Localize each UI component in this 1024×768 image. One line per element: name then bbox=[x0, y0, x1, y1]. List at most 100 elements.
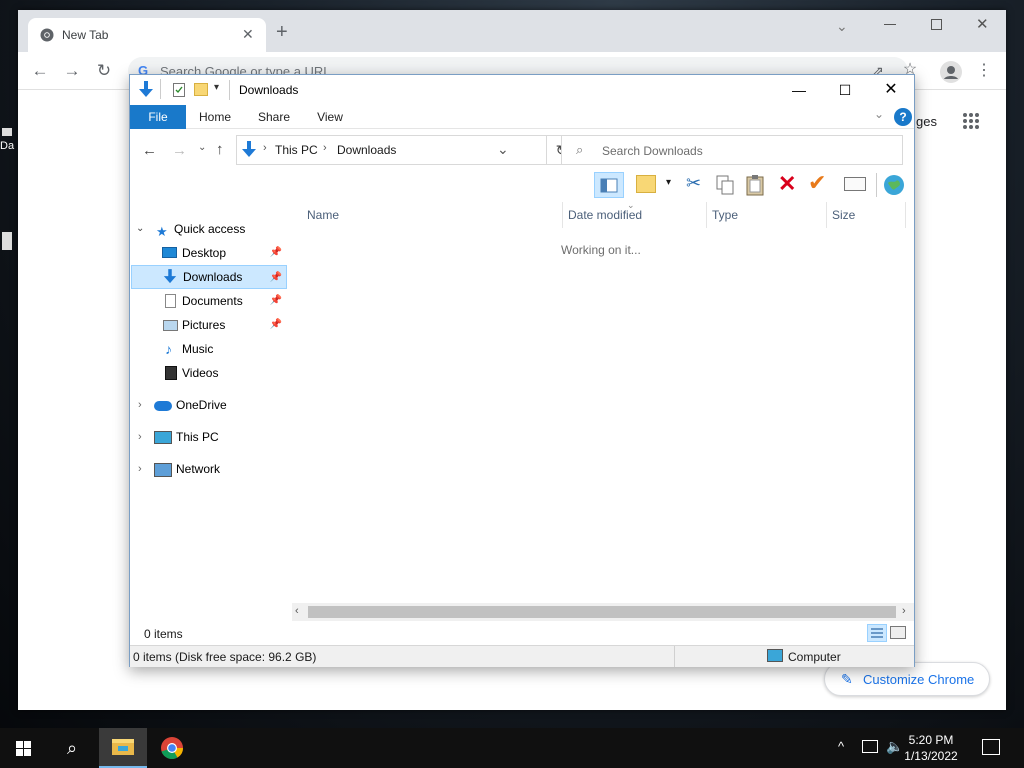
breadcrumb-downloads[interactable]: Downloads bbox=[337, 143, 396, 157]
nav-item-label: Documents bbox=[182, 294, 243, 308]
nav-item-downloads[interactable]: Downloads 📌 bbox=[131, 265, 287, 289]
search-placeholder: Search Downloads bbox=[602, 144, 703, 158]
tab-share[interactable]: Share bbox=[250, 105, 298, 129]
file-explorer-taskbar-icon[interactable] bbox=[99, 728, 147, 768]
desktop-icon[interactable] bbox=[2, 232, 12, 250]
nav-network[interactable]: Network bbox=[176, 457, 220, 481]
pencil-icon: ✎ bbox=[841, 671, 853, 687]
column-header-size[interactable]: Size bbox=[832, 208, 855, 222]
network-tray-icon[interactable] bbox=[862, 740, 878, 753]
expand-ribbon-chevron-icon[interactable]: ⌄ bbox=[874, 107, 884, 121]
nav-onedrive[interactable]: OneDrive bbox=[176, 393, 227, 417]
pin-icon: 📌 bbox=[269, 319, 282, 330]
customize-chrome-label: Customize Chrome bbox=[863, 672, 975, 687]
paste-icon[interactable] bbox=[746, 174, 764, 196]
column-header-date-modified[interactable]: Date modified bbox=[568, 208, 642, 222]
reload-icon[interactable]: ↻ bbox=[92, 61, 116, 81]
start-windows-icon[interactable] bbox=[0, 728, 48, 768]
file-list: Name ⌄ Date modified Type Size Working o… bbox=[291, 200, 914, 607]
preview-pane-icon[interactable] bbox=[594, 172, 624, 198]
scroll-left-icon[interactable]: ‹ bbox=[295, 605, 299, 617]
breadcrumb-chevron-icon[interactable]: › bbox=[263, 142, 267, 154]
nav-quick-access[interactable]: Quick access bbox=[174, 217, 245, 241]
tab-close-icon[interactable]: ✕ bbox=[242, 26, 254, 43]
close-icon[interactable]: ✕ bbox=[976, 15, 989, 33]
expand-chevron-icon[interactable]: › bbox=[138, 463, 142, 475]
maximize-icon[interactable] bbox=[931, 19, 942, 30]
divider bbox=[229, 80, 230, 100]
notifications-icon[interactable] bbox=[982, 739, 1000, 755]
rename-icon[interactable] bbox=[844, 177, 866, 191]
nav-item-videos[interactable]: Videos bbox=[132, 361, 286, 385]
nav-item-documents[interactable]: Documents 📌 bbox=[132, 289, 286, 313]
scrollbar-thumb[interactable] bbox=[308, 606, 896, 618]
taskbar-clock[interactable]: 5:20 PM 1/13/2022 bbox=[896, 732, 966, 764]
details-view-icon[interactable] bbox=[867, 624, 887, 642]
properties-icon[interactable] bbox=[173, 83, 185, 97]
this-pc-monitor-icon bbox=[154, 431, 172, 444]
scroll-right-icon[interactable]: › bbox=[902, 605, 906, 617]
explorer-maximize-icon[interactable]: ☐ bbox=[822, 75, 868, 105]
status-location: Computer bbox=[788, 650, 841, 664]
forward-arrow-icon[interactable]: → bbox=[172, 142, 187, 159]
nav-item-pictures[interactable]: Pictures 📌 bbox=[132, 313, 286, 337]
back-arrow-icon[interactable]: ← bbox=[28, 61, 52, 81]
tab-view[interactable]: View bbox=[308, 105, 352, 129]
chrome-tab-new-tab[interactable]: New Tab ✕ bbox=[28, 18, 266, 52]
customize-chrome-button[interactable]: ✎ Customize Chrome bbox=[824, 662, 990, 696]
column-header-type[interactable]: Type bbox=[712, 208, 738, 222]
forward-arrow-icon[interactable]: → bbox=[60, 61, 84, 81]
cut-icon[interactable]: ✂ bbox=[686, 173, 701, 194]
search-icon[interactable]: ⌕ bbox=[48, 728, 96, 768]
tab-search-chevron-icon[interactable]: ⌄ bbox=[836, 18, 848, 35]
images-link[interactable]: ges bbox=[916, 114, 937, 129]
back-arrow-icon[interactable]: ← bbox=[142, 142, 157, 159]
explorer-close-icon[interactable]: ✕ bbox=[868, 75, 914, 105]
tab-file[interactable]: File bbox=[130, 105, 186, 129]
breadcrumb-chevron-icon[interactable]: › bbox=[323, 142, 327, 154]
chrome-menu-icon[interactable]: ⋮ bbox=[972, 61, 996, 81]
tab-home[interactable]: Home bbox=[192, 105, 238, 129]
explorer-minimize-icon[interactable]: — bbox=[776, 75, 822, 105]
profile-avatar-icon[interactable] bbox=[940, 61, 962, 83]
show-hidden-icons-chevron-icon[interactable]: ^ bbox=[838, 739, 844, 754]
nav-item-music[interactable]: ♪ Music bbox=[132, 337, 286, 361]
nav-this-pc[interactable]: This PC bbox=[176, 425, 219, 449]
nav-item-desktop[interactable]: Desktop 📌 bbox=[132, 241, 286, 265]
desktop-icon-label[interactable]: Da bbox=[0, 140, 14, 152]
recent-locations-chevron-icon[interactable]: ⌄ bbox=[198, 142, 206, 153]
horizontal-scrollbar[interactable]: ‹ › bbox=[292, 603, 914, 621]
ribbon-tabs: File Home Share View ⌄ ? bbox=[130, 105, 914, 129]
quick-access-toolbar-dropdown-icon[interactable]: ▾ bbox=[214, 82, 219, 93]
minimize-icon[interactable] bbox=[884, 24, 896, 25]
breadcrumb-this-pc[interactable]: This PC bbox=[275, 143, 318, 157]
up-arrow-icon[interactable]: ↑ bbox=[216, 141, 224, 158]
new-folder-icon[interactable] bbox=[194, 83, 208, 96]
address-dropdown-chevron-icon[interactable]: ⌄ bbox=[497, 141, 509, 158]
copy-icon[interactable] bbox=[716, 175, 734, 195]
large-icons-view-icon[interactable] bbox=[890, 626, 906, 639]
folder-options-icon[interactable] bbox=[636, 175, 656, 193]
check-icon[interactable]: ✔ bbox=[808, 172, 826, 194]
collapse-chevron-icon[interactable]: ⌄ bbox=[136, 223, 144, 234]
column-header-name[interactable]: Name bbox=[307, 208, 339, 222]
clock-date: 1/13/2022 bbox=[904, 749, 958, 763]
help-icon[interactable]: ? bbox=[894, 108, 912, 126]
search-input[interactable]: ⌕ Search Downloads bbox=[561, 135, 903, 165]
expand-chevron-icon[interactable]: › bbox=[138, 399, 142, 411]
expand-chevron-icon[interactable]: › bbox=[138, 431, 142, 443]
delete-icon[interactable]: ✕ bbox=[778, 173, 796, 195]
documents-icon bbox=[165, 294, 176, 308]
chrome-tabstrip: New Tab ✕ + ⌄ ✕ bbox=[18, 10, 1006, 52]
chrome-taskbar-icon[interactable] bbox=[148, 728, 196, 768]
new-tab-button[interactable]: + bbox=[276, 22, 288, 42]
globe-icon[interactable] bbox=[882, 173, 906, 197]
apps-grid-icon[interactable] bbox=[962, 112, 980, 130]
address-bar[interactable]: › This PC › Downloads ⌄ bbox=[236, 135, 547, 165]
nav-item-label: Pictures bbox=[182, 318, 226, 332]
folder-options-dropdown-icon[interactable]: ▾ bbox=[666, 177, 671, 188]
chrome-logo-icon bbox=[40, 28, 54, 42]
desktop-icon[interactable] bbox=[2, 128, 12, 136]
explorer-window-title: Downloads bbox=[239, 83, 299, 97]
items-count: 0 items bbox=[144, 627, 183, 641]
